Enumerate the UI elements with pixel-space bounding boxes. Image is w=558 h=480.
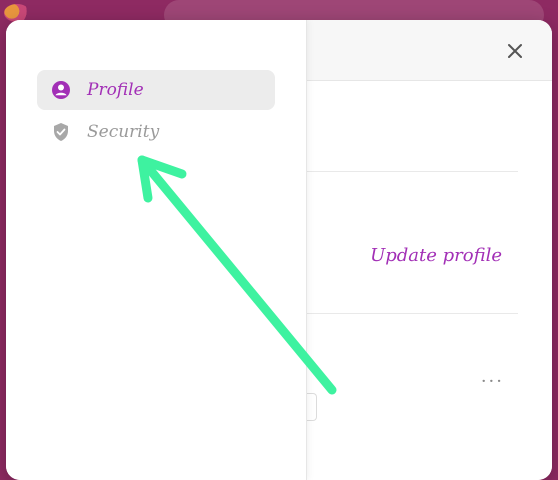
divider [306, 313, 518, 314]
update-profile-link[interactable]: Update profile [370, 245, 502, 266]
sidebar-item-label: Security [87, 122, 160, 142]
settings-modal: Update profile ··· Profile Security [6, 20, 552, 480]
settings-sidebar: Profile Security [6, 20, 307, 480]
profile-content: Update profile ··· [306, 81, 552, 480]
close-icon [508, 44, 522, 58]
close-button[interactable] [502, 38, 528, 64]
input-field-edge[interactable] [306, 393, 317, 421]
sidebar-item-security[interactable]: Security [37, 112, 275, 152]
more-options-button[interactable]: ··· [481, 371, 504, 392]
modal-header [306, 20, 552, 81]
sidebar-item-label: Profile [87, 80, 144, 100]
shield-check-icon [51, 122, 71, 142]
divider [306, 171, 518, 172]
user-circle-icon [51, 80, 71, 100]
sidebar-item-profile[interactable]: Profile [37, 70, 275, 110]
